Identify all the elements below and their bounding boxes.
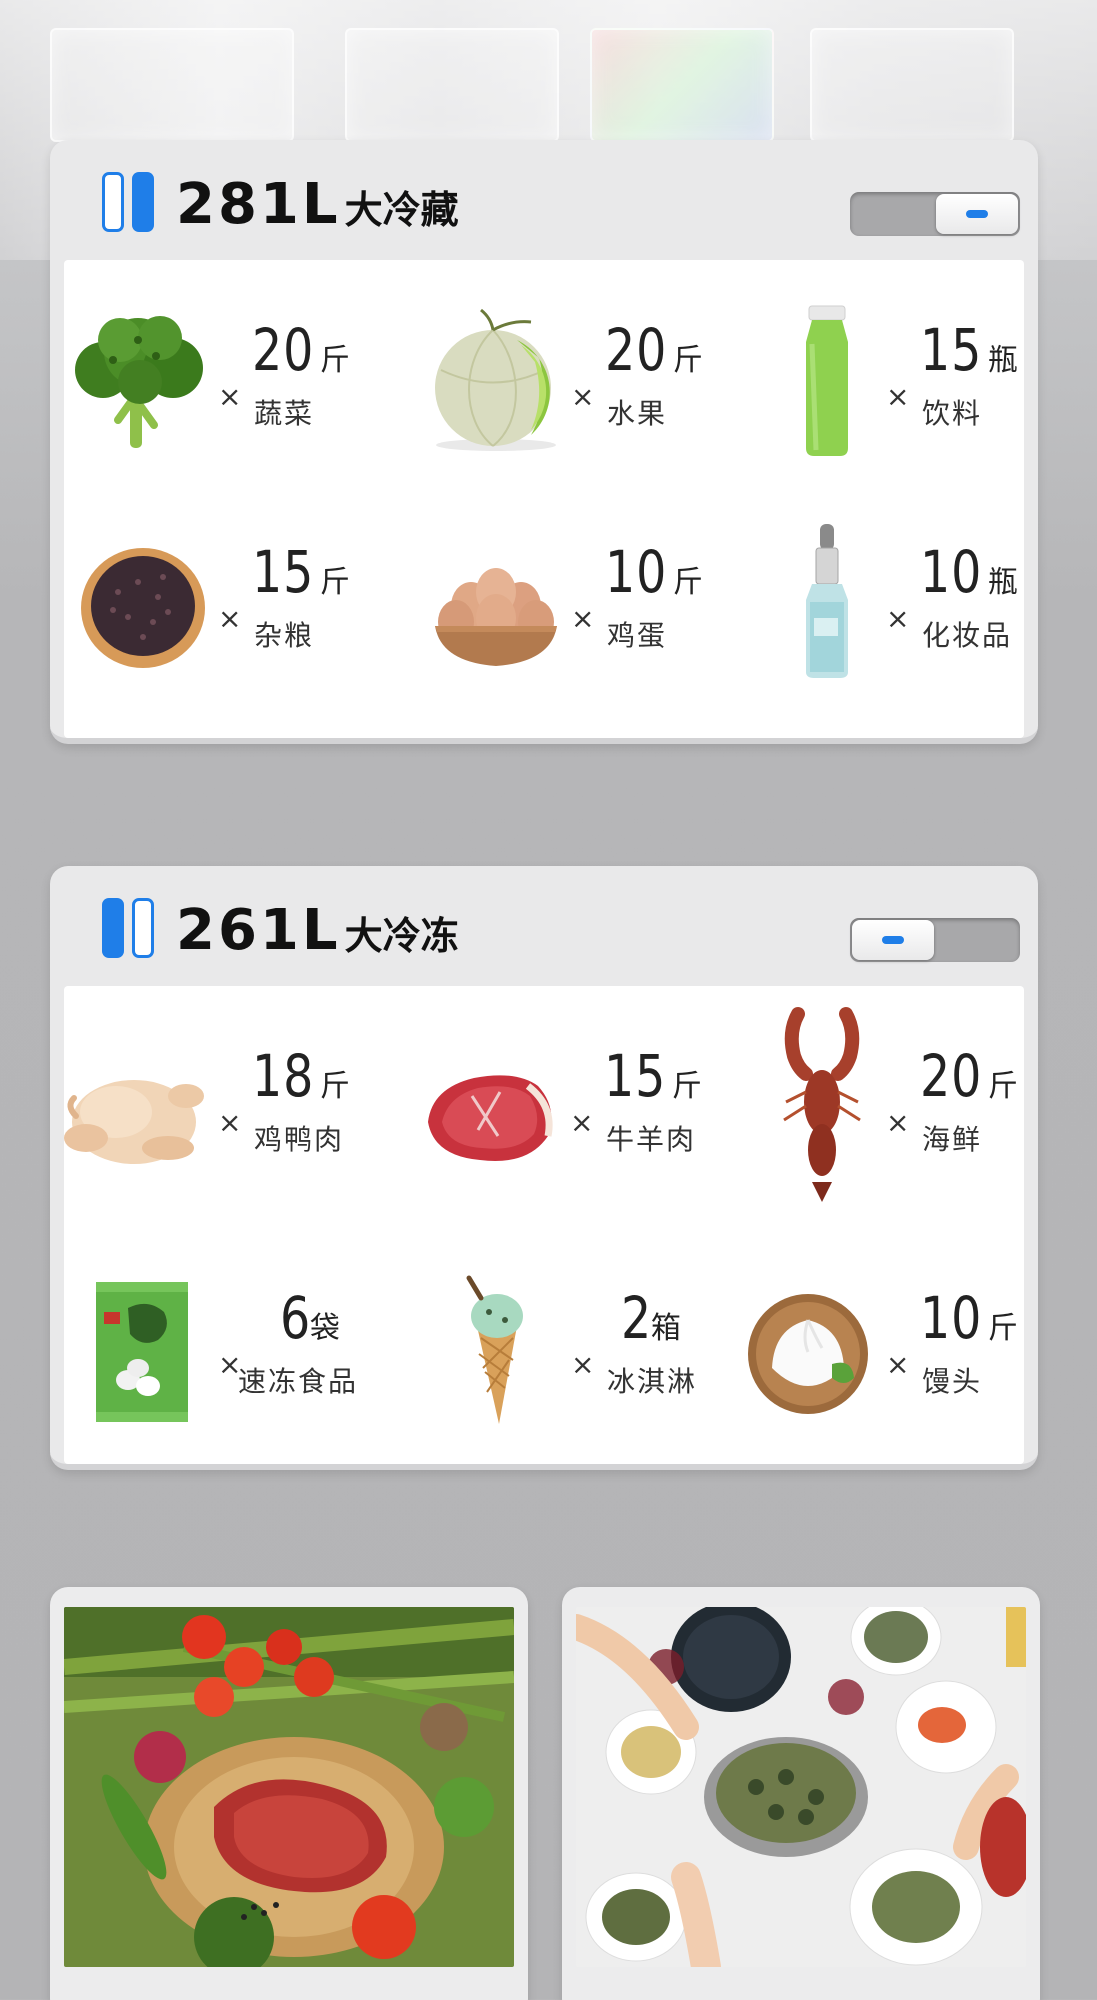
juice-bottle-icon	[806, 305, 848, 456]
broccoli-icon	[75, 316, 203, 448]
storage-item: × 20 斤 海鲜	[736, 986, 1066, 1216]
grain-bowl-icon	[81, 548, 205, 668]
capacity-indicator-icon	[102, 898, 156, 958]
serum-bottle-icon	[806, 524, 848, 678]
multiply-sign: ×	[218, 380, 242, 413]
storage-item: × 10 瓶 化妆品	[736, 502, 1066, 702]
multiply-sign: ×	[571, 1348, 595, 1381]
capacity-label: 大冷藏	[344, 188, 459, 232]
storage-item: × 20 斤 蔬菜	[68, 280, 398, 480]
storage-item: × 10 斤 馒头	[736, 1248, 1066, 1448]
frozen-bag-icon	[96, 1282, 188, 1422]
multiply-sign: ×	[886, 1106, 910, 1139]
item-quantity: 10 斤	[920, 1284, 1018, 1352]
lobster-icon	[783, 1007, 861, 1202]
item-name: 蔬菜	[254, 397, 315, 430]
item-name: 饮料	[922, 397, 983, 430]
storage-item: × 15 瓶 饮料	[736, 280, 1066, 480]
chicken-icon	[64, 1080, 204, 1164]
storage-item: × 15 斤 牛羊肉	[408, 1006, 738, 1206]
capacity-indicator-icon	[102, 172, 156, 232]
shelf-compartment	[810, 28, 1014, 142]
fridge-items-grid: × 20 斤 蔬菜 × 20 斤 水果 × 15 瓶 饮料 × 15 斤 杂粮 …	[64, 260, 1024, 738]
item-quantity: 20 斤	[920, 1042, 1018, 1110]
capacity-number: 261L	[176, 898, 341, 963]
photo-card	[562, 1587, 1040, 2000]
item-quantity: 20 斤	[605, 316, 703, 384]
item-quantity: 15 斤	[252, 538, 350, 606]
steak-icon	[428, 1075, 553, 1161]
storage-item: × 18 斤 鸡鸭肉	[56, 1006, 386, 1206]
item-name: 冰淇淋	[607, 1365, 698, 1398]
item-quantity: 15 瓶	[920, 316, 1018, 384]
item-quantity: 18 斤	[252, 1042, 350, 1110]
multiply-sign: ×	[571, 602, 595, 635]
item-name: 化妆品	[922, 619, 1013, 652]
item-name: 鸡鸭肉	[254, 1123, 345, 1156]
item-name: 鸡蛋	[607, 619, 668, 652]
bun-icon	[748, 1294, 868, 1414]
capacity-number: 281L	[176, 172, 341, 237]
item-name: 速冻食品	[238, 1365, 359, 1398]
item-name: 杂粮	[254, 619, 315, 652]
fridge-toggle-switch[interactable]	[850, 192, 1020, 236]
storage-item: × 6袋 速冻食品	[68, 1248, 398, 1448]
egg-bowl-icon	[435, 568, 557, 666]
item-name: 水果	[607, 397, 668, 430]
photo-card	[50, 1587, 528, 2000]
fridge-capacity-panel: 281L 大冷藏 × 20 斤 蔬菜 × 20 斤 水果 × 15 瓶 饮料 ×…	[50, 140, 1038, 744]
item-name: 馒头	[922, 1365, 983, 1398]
seafood-dinner-photo	[576, 1607, 1026, 1967]
panel-header: 281L 大冷藏	[50, 140, 1038, 260]
multiply-sign: ×	[218, 1106, 242, 1139]
item-quantity: 15 斤	[604, 1042, 702, 1110]
freezer-capacity-panel: 261L 大冷冻 × 18 斤 鸡鸭肉 × 15 斤 牛羊肉 × 20 斤 海鲜…	[50, 866, 1038, 1470]
item-quantity: 20 斤	[252, 316, 350, 384]
panel-title: 281L 大冷藏	[176, 172, 459, 237]
panel-header: 261L 大冷冻	[50, 866, 1038, 986]
storage-item: × 10 斤 鸡蛋	[421, 502, 751, 702]
multiply-sign: ×	[571, 380, 595, 413]
item-name: 牛羊肉	[606, 1123, 697, 1156]
toggle-knob	[852, 920, 934, 960]
item-quantity: 2箱	[621, 1284, 681, 1352]
storage-item: × 15 斤 杂粮	[68, 502, 398, 702]
storage-item: × 20 斤 水果	[421, 280, 751, 480]
melon-icon	[435, 308, 556, 451]
item-quantity: 10 斤	[605, 538, 703, 606]
capacity-label: 大冷冻	[344, 914, 459, 958]
item-name: 海鲜	[922, 1123, 983, 1156]
multiply-sign: ×	[886, 1348, 910, 1381]
shelf-compartment	[50, 28, 294, 142]
panel-title: 261L 大冷冻	[176, 898, 459, 963]
storage-item: × 2箱 冰淇淋	[421, 1248, 751, 1448]
steak-vegetables-photo	[64, 1607, 514, 1967]
toggle-knob	[936, 194, 1018, 234]
item-quantity: 6袋	[280, 1284, 340, 1352]
freezer-items-grid: × 18 斤 鸡鸭肉 × 15 斤 牛羊肉 × 20 斤 海鲜 × 6袋 速冻食…	[64, 986, 1024, 1464]
freezer-toggle-switch[interactable]	[850, 918, 1020, 962]
multiply-sign: ×	[886, 380, 910, 413]
shelf-compartment	[590, 28, 774, 142]
ice-cream-icon	[466, 1275, 523, 1424]
multiply-sign: ×	[886, 602, 910, 635]
multiply-sign: ×	[218, 602, 242, 635]
item-quantity: 10 瓶	[920, 538, 1018, 606]
shelf-compartment	[345, 28, 559, 142]
multiply-sign: ×	[570, 1106, 594, 1139]
